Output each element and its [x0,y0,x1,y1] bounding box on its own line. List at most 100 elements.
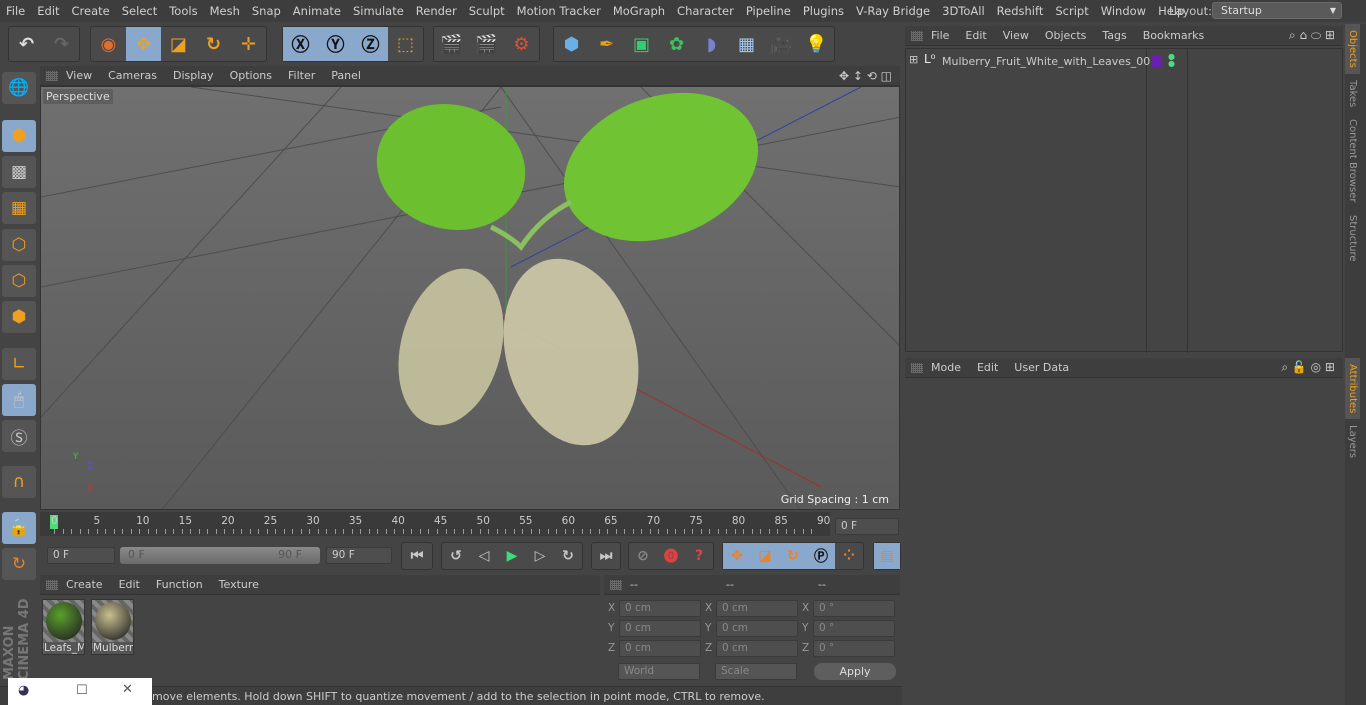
end-frame-field[interactable]: 90 F [326,547,392,564]
axis-mode-button[interactable]: ∟ [2,348,36,380]
menu-display[interactable]: Display [165,69,222,82]
menu-render[interactable]: Render [410,4,463,18]
menu-panel[interactable]: Panel [323,69,369,82]
menu-view[interactable]: View [995,29,1037,42]
make-editable-button[interactable]: 🌐 [2,72,36,104]
viewport-nav-icons[interactable]: ✥ ↕ ⟲ ◫ [831,69,900,83]
floor-icon[interactable]: ▦ [729,27,764,61]
points-mode-button[interactable]: ⬡ [2,229,36,261]
autokey-button[interactable]: ⓿ [657,543,685,569]
menu-window[interactable]: Window [1095,4,1152,18]
viewport[interactable]: YZ X Perspective Grid Spacing : 1 cm [40,86,900,510]
key-pla-button[interactable]: ⁘ [835,543,863,569]
live-selection-button[interactable]: ◉ [91,27,126,61]
object-manager-icons[interactable]: ⌕ ⌂ ⬭ ⊞ [1281,28,1343,43]
z-axis-button[interactable]: Ⓩ [353,27,388,61]
light-icon[interactable]: 💡 [799,27,834,61]
texture-mode-button[interactable]: ▩ [2,156,36,188]
size-x-field[interactable]: 0 cm [716,600,798,617]
menu-script[interactable]: Script [1049,4,1094,18]
material-swatch[interactable]: Leafs_M [42,599,85,655]
size-z-field[interactable]: 0 cm [716,640,798,657]
expand-icon[interactable]: ⊞ [909,53,918,66]
render-view-button[interactable]: 🎬 [434,27,469,61]
layer-tag-icon[interactable] [1151,56,1162,67]
render-picture-viewer-button[interactable]: 🎬 [469,27,504,61]
goto-end-button[interactable]: ⏭ [592,543,620,569]
menu-edit[interactable]: Edit [111,578,148,591]
menu-sculpt[interactable]: Sculpt [463,4,511,18]
rot-z-field[interactable]: 0 ° [813,640,895,657]
tab-layers[interactable]: Layers [1345,419,1360,464]
menu-bookmarks[interactable]: Bookmarks [1135,29,1212,42]
menu-create[interactable]: Create [66,4,116,18]
key-parameter-button[interactable]: Ⓟ [807,543,835,569]
maximize-button[interactable]: ☐ [76,683,88,698]
object-row[interactable]: ⊞ L⁰ Mulberry_Fruit_White_with_Leaves_00… [906,51,1344,71]
menu-redshift[interactable]: Redshift [991,4,1050,18]
menu-tags[interactable]: Tags [1094,29,1134,42]
tab-attributes[interactable]: Attributes [1345,358,1360,420]
prev-key-button[interactable]: ↺ [442,543,470,569]
menu-motion-tracker[interactable]: Motion Tracker [511,4,607,18]
menu-function[interactable]: Function [148,578,211,591]
menu-user-data[interactable]: User Data [1006,361,1077,374]
pos-y-field[interactable]: 0 cm [619,620,701,637]
lock-workplane-button[interactable]: 🔒 [2,512,36,544]
material-swatch[interactable]: Mulberr [91,599,134,655]
menu-view[interactable]: View [58,69,100,82]
menu-filter[interactable]: Filter [280,69,323,82]
timeline-ruler[interactable]: 0 5 10 15 20 25 30 35 40 45 50 55 60 65 70 75 80 85 90 [40,512,830,536]
menu-pipeline[interactable]: Pipeline [740,4,797,18]
key-scale-button[interactable]: ◪ [751,543,779,569]
menu-3dtoall[interactable]: 3DToAll [936,4,991,18]
solo-button[interactable]: Ⓢ [2,420,36,452]
coordinate-system-button[interactable]: ⬚ [388,27,423,61]
x-axis-button[interactable]: Ⓧ [283,27,318,61]
attributes-icons[interactable]: ⌕ 🔓 ◎ ⊞ [1273,360,1343,375]
camera-icon[interactable]: 🎥 [764,27,799,61]
y-axis-button[interactable]: Ⓨ [318,27,353,61]
transform-mode-dropdown[interactable]: Scale [715,663,797,680]
menu-mograph[interactable]: MoGraph [607,4,671,18]
render-settings-button[interactable]: ⚙ [504,27,539,61]
deformer-icon[interactable]: ◗ [694,27,729,61]
menu-tools[interactable]: Tools [163,4,203,18]
next-frame-button[interactable]: ▷ [526,543,554,569]
menu-options[interactable]: Options [222,69,280,82]
undo-button[interactable]: ↶ [9,27,44,61]
rotate-tool-button[interactable]: ↻ [196,27,231,61]
prev-frame-button[interactable]: ◁ [470,543,498,569]
menu-mode[interactable]: Mode [923,361,969,374]
planar-workplane-button[interactable]: ↻ [2,548,36,580]
motion-record-button[interactable]: ⊘ [629,543,657,569]
menu-plugins[interactable]: Plugins [797,4,850,18]
menu-texture[interactable]: Texture [211,578,267,591]
close-button[interactable]: ✕ [122,682,133,697]
frame-range-slider[interactable]: 0 F 90 F [120,547,320,564]
current-frame-field[interactable]: 0 F [835,518,899,535]
menu-select[interactable]: Select [116,4,163,18]
menu-snap[interactable]: Snap [246,4,287,18]
menu-edit[interactable]: Edit [31,4,65,18]
rot-y-field[interactable]: 0 ° [813,620,895,637]
redo-button[interactable]: ↷ [44,27,79,61]
polygons-mode-button[interactable]: ⬢ [2,301,36,333]
last-tool-button[interactable]: ✛ [231,27,266,61]
tab-structure[interactable]: Structure [1345,209,1360,268]
tab-content-browser[interactable]: Content Browser [1345,113,1360,208]
keyframe-help-button[interactable]: ? [685,543,713,569]
tab-takes[interactable]: Takes [1345,74,1360,113]
menu-file[interactable]: File [923,29,957,42]
workplane-mode-button[interactable]: ▦ [2,192,36,224]
edges-mode-button[interactable]: ⬡ [2,265,36,297]
move-tool-button[interactable]: ✥ [126,27,161,61]
visibility-dots-icon[interactable]: ● ● [1168,53,1175,68]
goto-start-button[interactable]: ⏮ [402,543,432,569]
menu-simulate[interactable]: Simulate [347,4,410,18]
menu-create[interactable]: Create [58,578,111,591]
pen-spline-icon[interactable]: ✒ [589,27,624,61]
menu-cameras[interactable]: Cameras [100,69,165,82]
apply-button[interactable]: Apply [814,663,896,680]
scale-tool-button[interactable]: ◪ [161,27,196,61]
